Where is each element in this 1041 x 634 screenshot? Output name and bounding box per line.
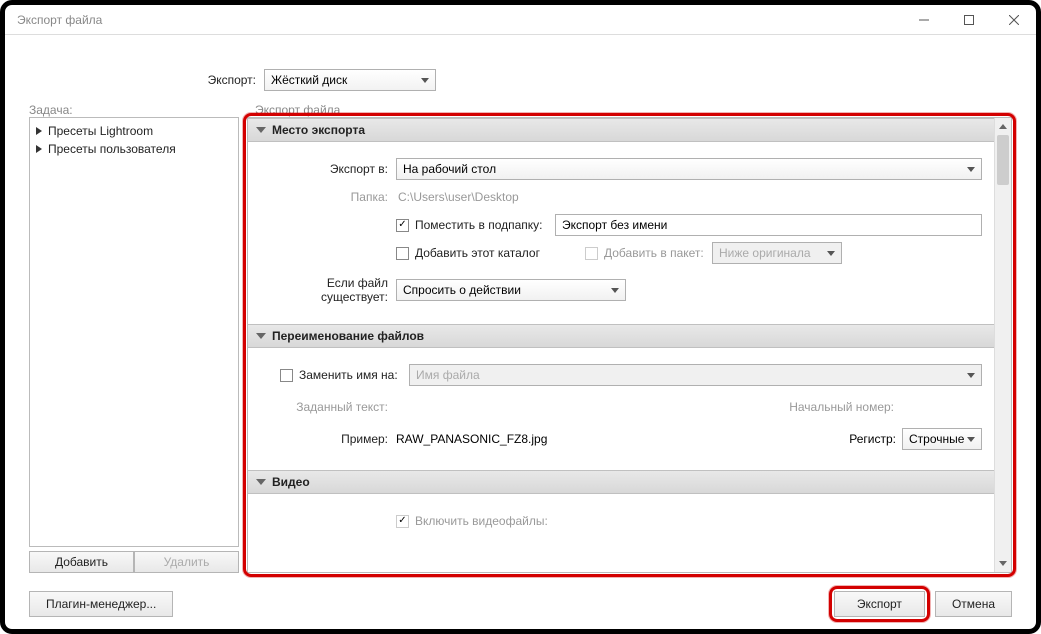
if-exists-select[interactable]: Спросить о действии: [396, 279, 626, 301]
close-button[interactable]: [991, 5, 1036, 35]
triangle-right-icon: [36, 145, 42, 153]
export-settings-panels: Место экспорта Экспорт в: На рабочий сто…: [247, 117, 1012, 573]
rename-checkbox[interactable]: [280, 369, 293, 382]
scroll-track[interactable]: [995, 135, 1011, 555]
titlebar: Экспорт файла: [5, 5, 1036, 35]
example-label: Пример:: [260, 432, 396, 446]
include-video-label: Включить видеофайлы:: [415, 514, 548, 528]
chevron-down-icon: [967, 373, 975, 378]
export-to-label: Экспорт в:: [260, 162, 396, 176]
export-label: Экспорт:: [29, 73, 264, 87]
triangle-right-icon: [36, 127, 42, 135]
custom-text-label: Заданный текст:: [260, 400, 396, 414]
subfolder-checkbox[interactable]: [396, 219, 409, 232]
subfolder-name-input[interactable]: Экспорт без имени: [555, 214, 982, 236]
add-catalog-checkbox[interactable]: [396, 247, 409, 260]
folder-label: Папка:: [260, 190, 396, 204]
task-section-label: Задача:: [29, 103, 239, 117]
preset-sidebar: Пресеты Lightroom Пресеты пользователя Д…: [29, 117, 239, 573]
preset-group-lightroom[interactable]: Пресеты Lightroom: [36, 122, 232, 140]
scroll-down-arrow[interactable]: [995, 555, 1011, 572]
below-original-select: Ниже оригинала: [712, 242, 842, 264]
chevron-down-icon: [421, 78, 429, 83]
preset-list[interactable]: Пресеты Lightroom Пресеты пользователя: [29, 117, 239, 547]
export-file-section-label: Экспорт файла: [255, 103, 340, 117]
start-number-label: Начальный номер:: [789, 400, 902, 414]
export-button[interactable]: Экспорт: [834, 591, 925, 617]
export-to-select[interactable]: На рабочий стол: [396, 158, 982, 180]
vertical-scrollbar[interactable]: [994, 118, 1011, 572]
preset-buttons: Добавить Удалить: [29, 551, 239, 573]
case-select[interactable]: Строчные: [902, 428, 982, 450]
chevron-down-icon: [827, 251, 835, 256]
chevron-down-icon: [611, 288, 619, 293]
panel-header-location[interactable]: Место экспорта: [248, 118, 994, 142]
scroll-up-arrow[interactable]: [995, 118, 1011, 135]
triangle-down-icon: [256, 127, 266, 133]
window-title: Экспорт файла: [17, 13, 102, 27]
add-catalog-label: Добавить этот каталог: [415, 246, 555, 260]
subfolder-label: Поместить в подпапку:: [415, 218, 555, 232]
triangle-down-icon: [256, 479, 266, 485]
window-controls: [901, 5, 1036, 35]
add-batch-label: Добавить в пакет:: [604, 246, 712, 260]
dialog-footer: Плагин-менеджер... Экспорт Отмена: [29, 573, 1012, 617]
plugin-manager-button[interactable]: Плагин-менеджер...: [29, 591, 173, 617]
minimize-button[interactable]: [901, 5, 946, 35]
folder-path: C:\Users\user\Desktop: [396, 190, 519, 204]
add-preset-button[interactable]: Добавить: [29, 551, 134, 573]
rename-label: Заменить имя на:: [299, 368, 409, 382]
case-label: Регистр:: [849, 432, 902, 446]
chevron-down-icon: [967, 437, 975, 442]
triangle-down-icon: [256, 333, 266, 339]
export-destination-row: Экспорт: Жёсткий диск: [29, 69, 1012, 91]
add-batch-checkbox: [585, 247, 598, 260]
panel-header-rename[interactable]: Переименование файлов: [248, 324, 994, 348]
if-exists-label: Если файл существует:: [260, 276, 396, 304]
example-filename: RAW_PANASONIC_FZ8.jpg: [396, 432, 547, 446]
cancel-button[interactable]: Отмена: [935, 591, 1012, 617]
chevron-down-icon: [967, 167, 975, 172]
remove-preset-button[interactable]: Удалить: [134, 551, 239, 573]
scroll-thumb[interactable]: [997, 135, 1009, 185]
include-video-checkbox: [396, 515, 409, 528]
preset-group-user[interactable]: Пресеты пользователя: [36, 140, 232, 158]
export-destination-select[interactable]: Жёсткий диск: [264, 69, 436, 91]
panel-header-video[interactable]: Видео: [248, 470, 994, 494]
rename-template-select: Имя файла: [409, 364, 982, 386]
maximize-button[interactable]: [946, 5, 991, 35]
section-labels: Задача: Экспорт файла: [29, 103, 1012, 117]
